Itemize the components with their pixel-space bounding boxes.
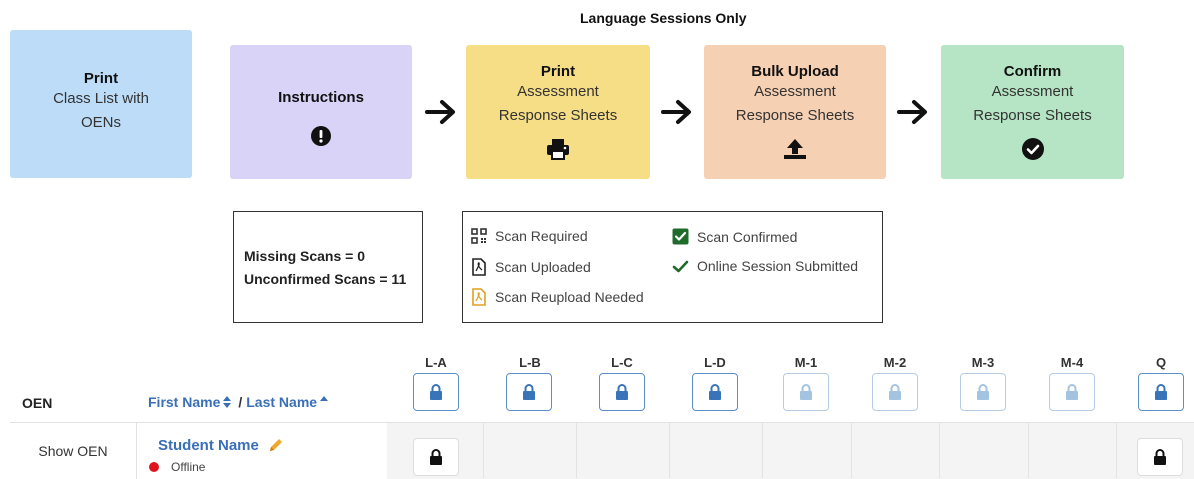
column-label-m-3: M-3 <box>971 355 995 370</box>
lock-icon <box>430 449 442 465</box>
lock-icon <box>1155 384 1167 400</box>
row-lock-button-l-a[interactable] <box>413 438 459 476</box>
legend-item: Scan Confirmed <box>672 228 797 245</box>
lock-icon <box>800 384 812 400</box>
column-label-l-b: L-B <box>519 355 541 370</box>
language-sessions-title: Language Sessions Only <box>580 10 747 26</box>
lock-icon <box>709 384 721 400</box>
card-title: Instructions <box>278 89 364 106</box>
legend-label: Scan Uploaded <box>495 259 591 275</box>
lock-button-m-2[interactable] <box>872 373 918 411</box>
check-icon <box>672 260 689 272</box>
arrow-right-icon <box>661 100 691 124</box>
cell-divider <box>939 422 940 478</box>
student-name-cell: Student Name Offline <box>137 422 387 479</box>
exclamation-circle-icon <box>311 126 331 146</box>
name-column-header: First Name / Last Name <box>148 394 329 410</box>
column-label-l-d: L-D <box>704 355 726 370</box>
card-title: Confirm <box>1003 63 1062 80</box>
card-title: Bulk Upload <box>751 63 839 80</box>
unconfirmed-scans-count: Unconfirmed Scans = 11 <box>244 271 407 287</box>
card-subtitle: Response Sheets <box>498 107 618 124</box>
pdf-file-icon <box>472 258 486 276</box>
legend-item: Online Session Submitted <box>672 258 858 274</box>
lock-button-m-3[interactable] <box>960 373 1006 411</box>
card-subtitle: Assessment <box>991 83 1074 100</box>
instructions-card[interactable]: Instructions <box>230 45 412 179</box>
pencil-edit-icon[interactable] <box>267 436 285 454</box>
upload-icon <box>783 138 807 160</box>
card-title: Print <box>83 70 119 87</box>
sort-first-name-link[interactable]: First Name <box>148 394 220 410</box>
cell-divider <box>1028 422 1029 478</box>
scan-legend-box: Scan Required Scan Uploaded Scan Reuploa… <box>462 211 883 323</box>
lock-icon <box>889 384 901 400</box>
confirm-card[interactable]: Confirm Assessment Response Sheets <box>941 45 1124 179</box>
row-lock-button-q[interactable] <box>1137 438 1183 476</box>
check-circle-icon <box>1021 138 1044 160</box>
missing-scans-count: Missing Scans = 0 <box>244 248 365 264</box>
column-label-q: Q <box>1155 355 1167 370</box>
legend-label: Online Session Submitted <box>697 258 859 274</box>
lock-button-l-d[interactable] <box>692 373 738 411</box>
card-title: Print <box>540 63 576 80</box>
legend-item: Scan Uploaded <box>471 258 591 276</box>
lock-icon <box>1154 449 1166 465</box>
scan-summary-box: Missing Scans = 0 Unconfirmed Scans = 11 <box>233 211 423 323</box>
cell-divider <box>483 422 484 478</box>
lock-icon <box>430 384 442 400</box>
legend-item: Scan Required <box>471 228 588 244</box>
student-status: Offline <box>171 460 206 474</box>
cell-divider <box>669 422 670 478</box>
lock-icon <box>616 384 628 400</box>
card-subtitle: Class List with <box>53 90 149 107</box>
legend-item: Scan Reupload Needed <box>471 288 644 306</box>
card-subtitle: Assessment <box>517 83 599 100</box>
column-label-m-4: M-4 <box>1060 355 1084 370</box>
offline-status-dot <box>149 462 159 472</box>
arrow-right-icon <box>425 100 455 124</box>
lock-button-l-c[interactable] <box>599 373 645 411</box>
arrow-right-icon <box>897 100 927 124</box>
qr-code-icon <box>471 228 487 244</box>
legend-label: Scan Confirmed <box>697 228 798 245</box>
column-label-m-2: M-2 <box>883 355 907 370</box>
print-class-list-card[interactable]: Print Class List with OENs <box>10 30 192 178</box>
lock-button-m-4[interactable] <box>1049 373 1095 411</box>
bulk-upload-card[interactable]: Bulk Upload Assessment Response Sheets <box>704 45 886 179</box>
lock-button-l-a[interactable] <box>413 373 459 411</box>
printer-icon <box>546 138 570 160</box>
card-subtitle: OENs <box>80 114 121 131</box>
legend-label: Scan Required <box>495 228 588 244</box>
show-oen-button[interactable]: Show OEN <box>38 443 107 459</box>
column-label-l-c: L-C <box>611 355 633 370</box>
card-subtitle: Response Sheets <box>973 107 1092 124</box>
card-subtitle: Response Sheets <box>735 107 855 124</box>
legend-label: Scan Reupload Needed <box>495 289 644 305</box>
checkbox-checked-icon <box>672 228 689 245</box>
lock-icon <box>977 384 989 400</box>
lock-icon <box>523 384 535 400</box>
print-response-sheets-card[interactable]: Print Assessment Response Sheets <box>466 45 650 179</box>
lock-icon <box>1066 384 1078 400</box>
name-separator: / <box>238 394 243 410</box>
student-name-link[interactable]: Student Name <box>158 437 259 454</box>
sort-last-name-link[interactable]: Last Name <box>246 394 317 410</box>
lock-button-m-1[interactable] <box>783 373 829 411</box>
lock-button-q[interactable] <box>1138 373 1184 411</box>
cell-divider <box>851 422 852 478</box>
pdf-file-warning-icon <box>472 288 486 306</box>
sort-asc-icon[interactable] <box>319 395 329 403</box>
cell-divider <box>1116 422 1117 478</box>
oen-column-header: OEN <box>22 395 53 411</box>
column-label-l-a: L-A <box>425 355 447 370</box>
cell-divider <box>762 422 763 478</box>
show-oen-cell[interactable]: Show OEN <box>10 422 137 479</box>
column-label-m-1: M-1 <box>794 355 818 370</box>
lock-button-l-b[interactable] <box>506 373 552 411</box>
card-subtitle: Assessment <box>754 83 836 100</box>
sort-both-icon[interactable] <box>222 395 232 409</box>
cell-divider <box>576 422 577 478</box>
